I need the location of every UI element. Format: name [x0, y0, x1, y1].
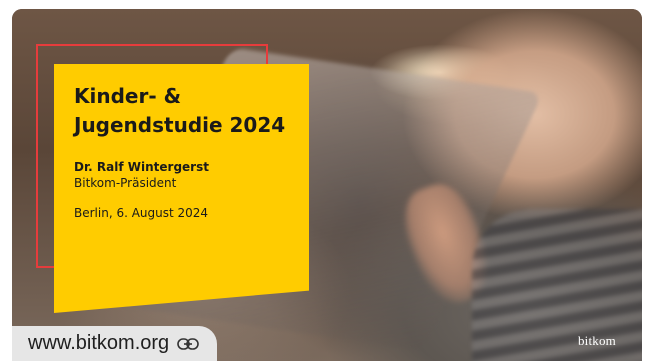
place-date: Berlin, 6. August 2024 [74, 206, 209, 220]
source-url[interactable]: www.bitkom.org [28, 332, 169, 355]
bitkom-logo: bitkom [577, 333, 616, 348]
link-icon [177, 337, 199, 350]
title-line-1: Kinder- & [74, 84, 182, 108]
shirt-stripes [472, 209, 642, 361]
slide-title: Kinder- & Jugendstudie 2024 [74, 82, 304, 140]
author-name: Dr. Ralf Wintergerst [74, 160, 209, 174]
title-line-2: Jugendstudie 2024 [74, 113, 286, 137]
author-role: Bitkom-Präsident [74, 176, 177, 190]
source-link[interactable]: www.bitkom.org [12, 326, 218, 361]
